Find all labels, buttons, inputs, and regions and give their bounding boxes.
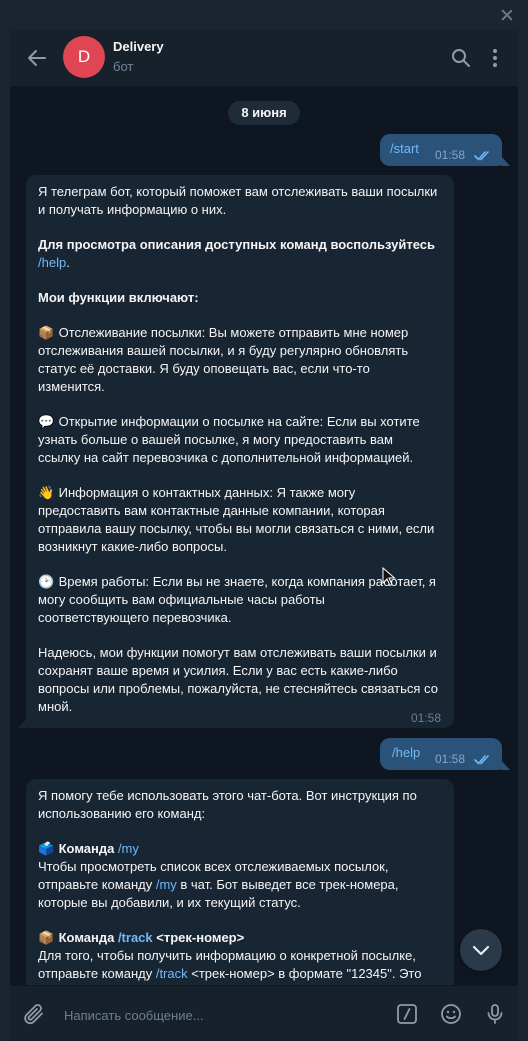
mouse-cursor-icon [382, 567, 396, 587]
chat-title[interactable]: Delivery [113, 39, 164, 54]
double-check-icon [474, 755, 489, 765]
command-link-my[interactable]: /my [156, 877, 177, 892]
chevron-down-icon [472, 945, 490, 956]
closing-text: Надеюсь, мои функции помогут вам отслежи… [38, 645, 438, 714]
bubble-tail [18, 718, 27, 728]
double-check-icon [474, 151, 489, 161]
command-link-track[interactable]: /track [156, 966, 188, 981]
back-arrow-icon[interactable] [25, 46, 49, 70]
waving-hand-emoji-icon: 👋 [38, 485, 55, 500]
chat-status: бот [113, 59, 134, 74]
message-text[interactable]: /start [390, 141, 419, 156]
search-icon[interactable] [449, 46, 473, 70]
speech-bubble-emoji-icon: 💬 [38, 414, 55, 429]
message-bold-text: Для просмотра описания доступных команд … [38, 237, 436, 252]
message-paragraph: Я помогу тебе использовать этого чат-бот… [38, 788, 417, 821]
clock-emoji-icon: 🕑 [38, 574, 55, 589]
message-bold-text: Мои функции включают: [38, 290, 199, 305]
message-bold-text: Команда [55, 841, 118, 856]
window-titlebar [0, 0, 528, 30]
feature-contacts-text: Информация о контактных данных: Я также … [38, 485, 435, 554]
message-composer [10, 985, 518, 1041]
smile-icon[interactable] [439, 1002, 463, 1026]
package-emoji-icon: 📦 [38, 930, 55, 945]
message-input[interactable] [62, 1003, 366, 1027]
scroll-down-button[interactable] [460, 929, 502, 971]
incoming-message[interactable]: Я телеграм бот, который поможет вам отсл… [18, 175, 454, 728]
message-time: 01:58 [411, 711, 442, 725]
message-time: 01:58 [435, 752, 466, 766]
incoming-message[interactable]: Я помогу тебе использовать этого чат-бот… [26, 779, 454, 1019]
paperclip-icon[interactable] [22, 1002, 46, 1026]
command-link-my[interactable]: /my [118, 841, 139, 856]
microphone-icon[interactable] [483, 1002, 507, 1026]
message-paragraph: <трек-номер> в формате "12345". Это [187, 966, 422, 981]
message-bold-text: <трек-номер> [152, 930, 245, 945]
message-body: Я помогу тебе использовать этого чат-бот… [38, 787, 438, 1000]
outgoing-message[interactable]: /help 01:58 [380, 738, 510, 770]
bubble-tail [501, 760, 510, 770]
bubble-tail [501, 156, 510, 166]
chat-panel: D Delivery бот 8 июня /start 01:58 Я тел… [10, 30, 518, 1041]
package-emoji-icon: 📦 [38, 325, 55, 340]
message-text[interactable]: /help [392, 745, 420, 760]
message-time: 01:58 [435, 148, 466, 162]
chat-header: D Delivery бот [10, 30, 518, 87]
close-icon[interactable] [500, 8, 514, 22]
message-paragraph: Я телеграм бот, который поможет вам отсл… [38, 184, 438, 217]
more-vertical-icon[interactable] [483, 46, 507, 70]
feature-hours-text: Время работы: Если вы не знаете, когда к… [38, 574, 436, 625]
message-body: Я телеграм бот, который поможет вам отсл… [38, 183, 438, 716]
feature-site-info-text: Открытие информации о посылке на сайте: … [38, 414, 420, 465]
ballot-box-emoji-icon: 🗳️ [38, 841, 55, 856]
punctuation: . [66, 255, 70, 270]
message-bold-text: Команда [55, 930, 118, 945]
feature-tracking-text: Отслеживание посылки: Вы можете отправит… [38, 325, 409, 394]
slash-commands-icon[interactable] [395, 1002, 419, 1026]
command-link-track[interactable]: /track [118, 930, 153, 945]
avatar[interactable]: D [63, 36, 105, 78]
outgoing-message[interactable]: /start 01:58 [380, 134, 510, 166]
command-link-help[interactable]: /help [38, 255, 66, 270]
date-separator: 8 июня [228, 101, 300, 125]
